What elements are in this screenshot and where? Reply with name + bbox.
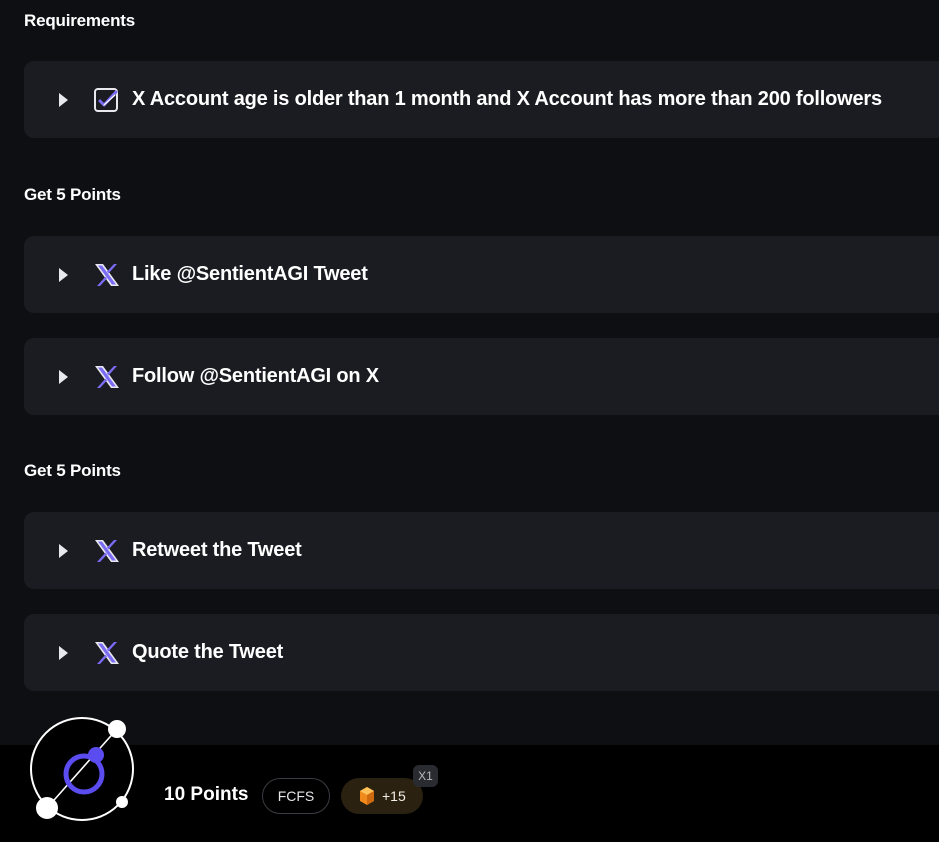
x-logo-icon bbox=[93, 537, 121, 565]
sentient-logo bbox=[26, 713, 144, 831]
task-card-follow[interactable]: Follow @SentientAGI on X bbox=[24, 338, 939, 415]
expand-caret-icon[interactable] bbox=[59, 645, 68, 660]
section-title-requirements: Requirements bbox=[24, 11, 135, 30]
quest-page: Requirements X Account age is older than… bbox=[0, 0, 939, 842]
requirement-check-icon bbox=[93, 86, 121, 114]
multiplier-badge: X1 bbox=[413, 765, 438, 787]
fcfs-badge: FCFS bbox=[262, 778, 330, 814]
x-logo-icon bbox=[93, 363, 121, 391]
section-title-get-points: Get 5 Points bbox=[24, 185, 121, 204]
section-title-get-points: Get 5 Points bbox=[24, 461, 121, 480]
x-logo-icon bbox=[93, 261, 121, 289]
task-label: Retweet the Tweet bbox=[132, 539, 302, 561]
task-card-account-requirement[interactable]: X Account age is older than 1 month and … bbox=[24, 61, 939, 138]
task-label: Quote the Tweet bbox=[132, 641, 284, 663]
total-points: 10 Points bbox=[164, 784, 249, 805]
task-label: X Account age is older than 1 month and … bbox=[132, 88, 882, 110]
x-logo-icon bbox=[93, 639, 121, 667]
expand-caret-icon[interactable] bbox=[59, 369, 68, 384]
gem-icon bbox=[360, 787, 374, 805]
expand-caret-icon[interactable] bbox=[59, 267, 68, 282]
task-card-quote[interactable]: Quote the Tweet bbox=[24, 614, 939, 691]
task-card-like-tweet[interactable]: Like @SentientAGI Tweet bbox=[24, 236, 939, 313]
bonus-reward-pill: +15 bbox=[341, 778, 423, 814]
expand-caret-icon[interactable] bbox=[59, 543, 68, 558]
bonus-value: +15 bbox=[382, 788, 406, 804]
task-label: Like @SentientAGI Tweet bbox=[132, 263, 368, 285]
task-label: Follow @SentientAGI on X bbox=[132, 365, 379, 387]
task-card-retweet[interactable]: Retweet the Tweet bbox=[24, 512, 939, 589]
expand-caret-icon[interactable] bbox=[59, 92, 68, 107]
